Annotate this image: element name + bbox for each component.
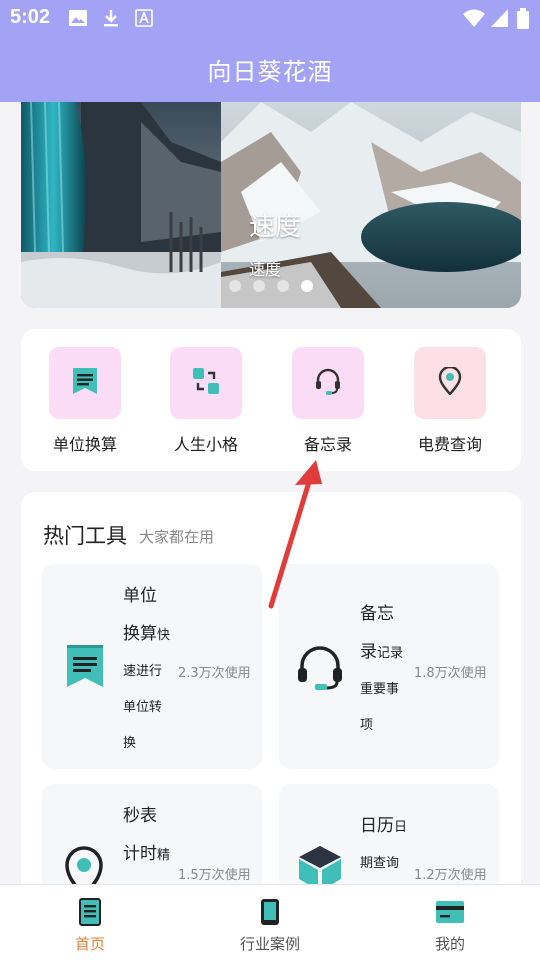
tool-card-memo[interactable]: 备忘 录记录 重要事 项 1.8万次使用 bbox=[279, 564, 499, 769]
hot-tools-panel: 热门工具 大家都在用 单位 换算快 速进行 单位转 换 2.3万次使用 备忘 录… bbox=[21, 492, 521, 912]
quick-action-life-grid[interactable]: 人生小格 bbox=[151, 347, 261, 455]
banner-subtitle: 速度 bbox=[249, 260, 282, 279]
home-document-icon bbox=[30, 897, 150, 927]
status-bar: 5:02 bbox=[0, 0, 540, 36]
quick-label: 单位换算 bbox=[52, 435, 117, 454]
section-subtitle: 大家都在用 bbox=[139, 528, 215, 546]
headset-icon bbox=[314, 367, 342, 399]
tool-card-text: 备忘 录记录 重要事 项 bbox=[360, 604, 404, 733]
text-recognition-icon bbox=[134, 8, 154, 33]
app-header: 5:02 向日葵花酒 bbox=[0, 0, 540, 102]
quick-tile bbox=[292, 347, 364, 419]
headset-icon bbox=[295, 644, 345, 694]
tool-card-text: 秒表 计时精 bbox=[123, 806, 171, 864]
nav-label: 首页 bbox=[74, 935, 105, 953]
carousel-dot[interactable] bbox=[253, 280, 265, 292]
bottom-navigation: 首页 行业案例 我的 bbox=[0, 884, 540, 960]
wifi-icon bbox=[462, 8, 486, 33]
quick-tile bbox=[414, 347, 486, 419]
banner-title: 速度 bbox=[249, 212, 302, 242]
quick-tile bbox=[170, 347, 242, 419]
swap-icon bbox=[192, 367, 220, 399]
page-title: 向日葵花酒 bbox=[207, 58, 333, 86]
tool-card-unit-conversion[interactable]: 单位 换算快 速进行 单位转 换 2.3万次使用 bbox=[42, 564, 262, 769]
status-time: 5:02 bbox=[10, 6, 51, 28]
quick-label: 备忘录 bbox=[303, 435, 352, 454]
nav-industry-cases[interactable]: 行业案例 bbox=[210, 897, 330, 954]
carousel-dot[interactable] bbox=[277, 280, 289, 292]
quick-label: 人生小格 bbox=[173, 435, 238, 454]
tool-card-text: 日历日 期查询 bbox=[360, 816, 408, 871]
card-icon bbox=[390, 897, 510, 927]
download-icon bbox=[101, 8, 121, 33]
nav-home[interactable]: 首页 bbox=[30, 897, 150, 954]
cellular-icon bbox=[490, 8, 510, 33]
location-pin-icon bbox=[438, 365, 462, 399]
quick-action-unit-conversion[interactable]: 单位换算 bbox=[30, 347, 140, 455]
bookmark-icon bbox=[66, 644, 104, 692]
bookmark-icon bbox=[72, 367, 98, 399]
quick-tile bbox=[49, 347, 121, 419]
nav-mine[interactable]: 我的 bbox=[390, 897, 510, 954]
phone-icon bbox=[210, 897, 330, 927]
quick-action-memo[interactable]: 备忘录 bbox=[273, 347, 383, 455]
quick-action-electricity-query[interactable]: 电费查询 bbox=[395, 347, 505, 455]
quick-label: 电费查询 bbox=[417, 435, 482, 454]
usage-count: 1.8万次使用 bbox=[414, 666, 487, 681]
battery-icon bbox=[516, 8, 530, 35]
nav-label: 行业案例 bbox=[239, 935, 300, 953]
quick-actions-panel: 单位换算 人生小格 备忘录 电费查询 bbox=[21, 329, 521, 471]
image-icon bbox=[68, 8, 88, 33]
tool-card-text: 单位 换算快 速进行 单位转 换 bbox=[123, 586, 171, 751]
banner-carousel[interactable]: 速度 速度 bbox=[21, 102, 521, 308]
nav-label: 我的 bbox=[434, 935, 465, 953]
carousel-dot[interactable] bbox=[229, 280, 241, 292]
usage-count: 1.5万次使用 bbox=[178, 868, 251, 883]
banner-image-waterfall bbox=[21, 102, 221, 308]
section-title: 热门工具 bbox=[43, 524, 127, 548]
usage-count: 2.3万次使用 bbox=[178, 666, 251, 681]
carousel-dot-active[interactable] bbox=[301, 280, 313, 292]
usage-count: 1.2万次使用 bbox=[414, 868, 487, 883]
